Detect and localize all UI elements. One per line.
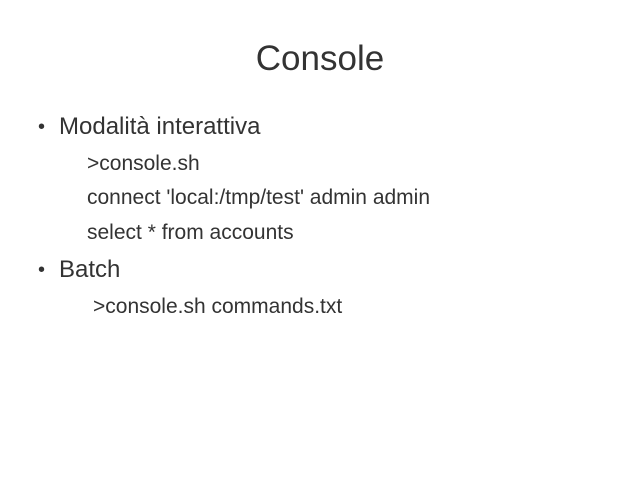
slide: Console • Modalità interattiva >console.s… <box>0 0 640 480</box>
code-line: >console.sh <box>87 152 200 175</box>
bullet-item-interactive-mode: • Modalità interattiva <box>38 112 260 142</box>
bullet-item-batch: • Batch <box>38 255 120 285</box>
code-line: connect 'local:/tmp/test' admin admin <box>87 186 431 209</box>
slide-title: Console <box>255 39 385 78</box>
code-line: select * from accounts <box>87 221 294 244</box>
bullet-label: Batch <box>59 256 121 283</box>
bullet-label: Modalità interattiva <box>59 113 261 140</box>
code-line: >console.sh commands.txt <box>93 295 343 318</box>
bullet-icon: • <box>38 259 46 281</box>
bullet-icon: • <box>38 116 46 138</box>
